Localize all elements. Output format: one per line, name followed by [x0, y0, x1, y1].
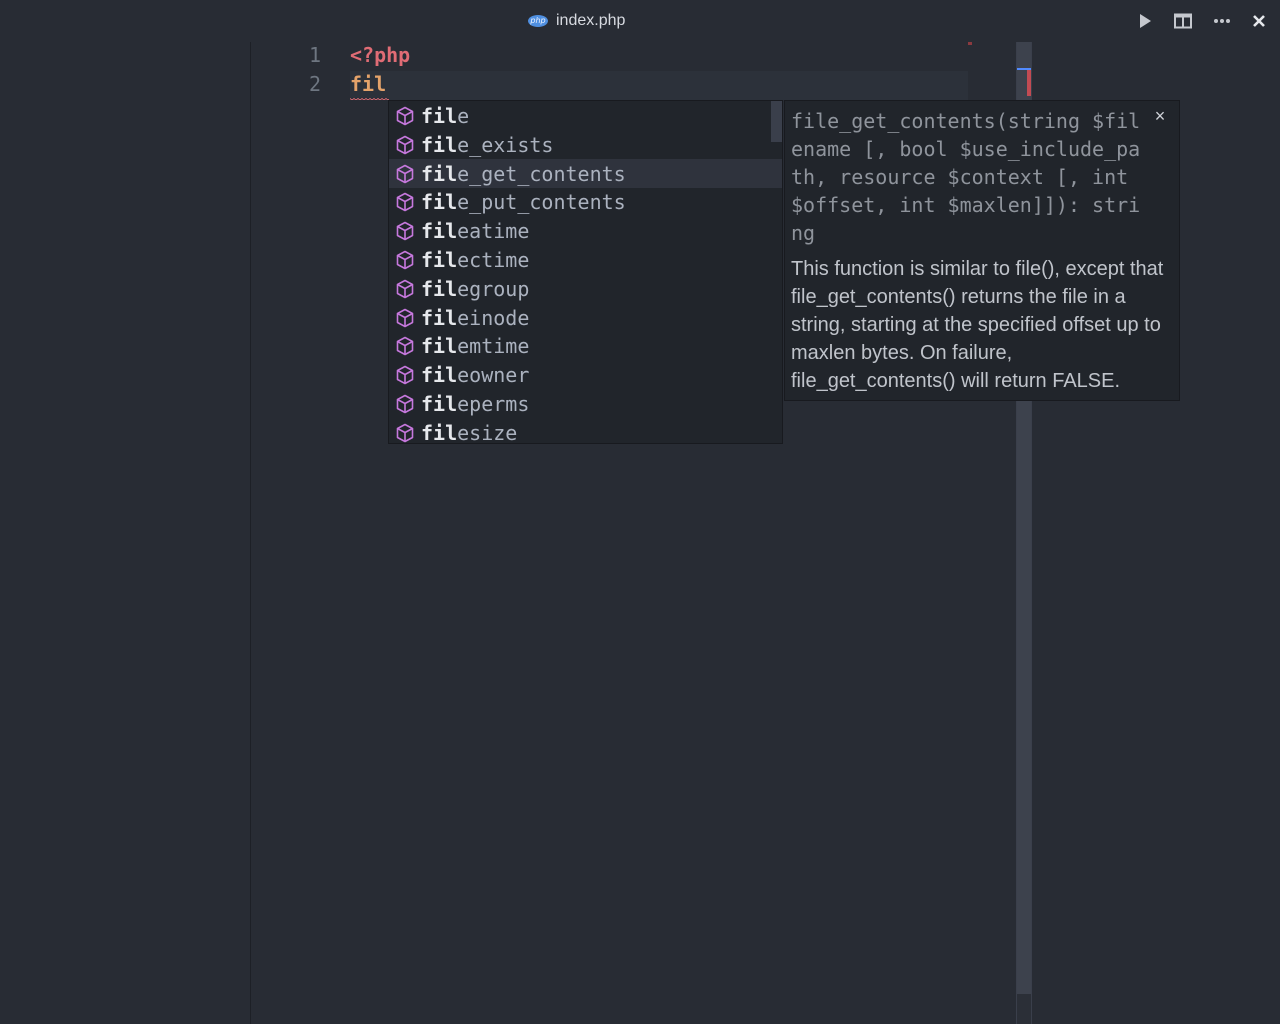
suggestion-item[interactable]: fileinode	[389, 303, 782, 332]
run-button[interactable]	[1134, 11, 1156, 31]
close-details-button[interactable]: ×	[1151, 106, 1169, 126]
suggestion-match-highlight: fil	[421, 363, 458, 388]
error-marker	[1027, 70, 1031, 96]
suggestion-remainder: eatime	[457, 219, 530, 244]
suggestion-match-highlight: fil	[421, 104, 458, 128]
method-cube-icon	[396, 164, 414, 183]
method-cube-icon	[396, 337, 414, 356]
split-icon	[1174, 13, 1192, 29]
suggestion-label: filectime	[421, 248, 529, 272]
suggestion-remainder: ectime	[457, 248, 530, 272]
suggestion-item[interactable]: file_get_contents	[389, 158, 782, 188]
code-line: fil	[350, 72, 387, 96]
method-cube-icon	[396, 423, 414, 443]
close-icon	[1253, 15, 1265, 27]
suggestion-remainder: e	[457, 104, 470, 128]
title-bar: php index.php	[0, 0, 1280, 42]
overview-ruler-mark	[968, 42, 972, 45]
suggestion-match-highlight: fil	[421, 334, 458, 359]
suggestion-remainder: e_exists	[457, 132, 554, 157]
method-cube-icon	[396, 365, 414, 385]
suggestion-remainder: e_get_contents	[457, 161, 626, 186]
suggestion-item[interactable]: file_exists	[389, 130, 782, 159]
suggestion-match-highlight: fil	[421, 248, 458, 272]
method-cube-icon	[396, 221, 414, 241]
method-cube-icon	[396, 106, 414, 126]
suggestion-remainder: eperms	[457, 392, 530, 416]
suggestion-label: fileatime	[421, 219, 529, 243]
suggestion-item[interactable]: filectime	[389, 245, 782, 274]
suggest-details: file_get_contents(string $filename [, bo…	[784, 100, 1180, 401]
editor-tab[interactable]: php index.php	[528, 10, 625, 32]
suggestion-item[interactable]: fileatime	[389, 216, 782, 245]
error-squiggle	[350, 97, 389, 101]
method-cube-icon	[396, 394, 414, 414]
suggestion-match-highlight: fil	[421, 392, 458, 416]
suggestion-item[interactable]: fileperms	[389, 389, 782, 418]
more-actions-button[interactable]	[1211, 11, 1233, 31]
suggestion-match-highlight: fil	[421, 305, 458, 330]
suggestion-label: filesize	[421, 421, 517, 445]
suggestion-label: fileowner	[421, 363, 529, 387]
method-cube-icon	[396, 279, 414, 299]
suggestion-item[interactable]: filemtime	[389, 331, 782, 360]
suggestion-label: fileperms	[421, 392, 529, 416]
suggest-widget: file file_exists file_get_contents file_put…	[388, 100, 783, 447]
suggestion-match-highlight: fil	[421, 276, 458, 301]
method-cube-icon	[396, 135, 414, 155]
suggestion-label: fileinode	[421, 306, 529, 330]
suggestion-item[interactable]: filesize	[389, 418, 782, 447]
suggestion-label: file	[421, 104, 469, 128]
suggestion-item[interactable]: filegroup	[389, 274, 782, 303]
suggestion-match-highlight: fil	[421, 219, 458, 244]
function-description: This function is similar to file(), exce…	[791, 258, 1164, 392]
suggestion-label: file_get_contents	[421, 162, 626, 186]
suggestion-remainder: einode	[457, 305, 530, 330]
method-cube-icon	[396, 250, 414, 270]
suggestion-label: file_exists	[421, 133, 553, 157]
suggestion-match-highlight: fil	[421, 132, 458, 157]
play-icon	[1140, 14, 1151, 28]
suggestion-match-highlight: fil	[421, 420, 458, 445]
ellipsis-icon	[1214, 19, 1230, 23]
suggestion-item[interactable]: fileowner	[389, 360, 782, 389]
suggestion-item[interactable]: file_put_contents	[389, 187, 782, 216]
suggestion-label: filemtime	[421, 334, 529, 358]
suggestion-remainder: egroup	[457, 276, 530, 301]
suggestion-remainder: e_put_contents	[457, 190, 626, 215]
suggestion-match-highlight: fil	[421, 190, 458, 215]
php-file-icon: php	[528, 15, 548, 27]
method-cube-icon	[396, 308, 414, 327]
tab-title: index.php	[556, 12, 626, 29]
suggestion-match-highlight: fil	[421, 161, 458, 186]
suggestion-remainder: esize	[457, 420, 518, 445]
current-line-highlight	[350, 71, 968, 100]
method-cube-icon	[396, 193, 414, 212]
suggestion-remainder: eowner	[457, 363, 530, 388]
line-number: 2	[308, 72, 321, 96]
suggestion-label: file_put_contents	[421, 190, 626, 214]
line-number: 1	[308, 43, 321, 67]
side-panel	[0, 42, 251, 1024]
suggestion-remainder: emtime	[457, 334, 530, 359]
split-editor-button[interactable]	[1172, 11, 1194, 31]
code-line: <?php	[350, 43, 411, 67]
close-editor-button[interactable]	[1248, 11, 1270, 31]
function-signature: file_get_contents(string $filename [, bo…	[791, 109, 1141, 245]
suggestion-item[interactable]: file	[389, 101, 782, 130]
suggestion-label: filegroup	[421, 277, 529, 301]
